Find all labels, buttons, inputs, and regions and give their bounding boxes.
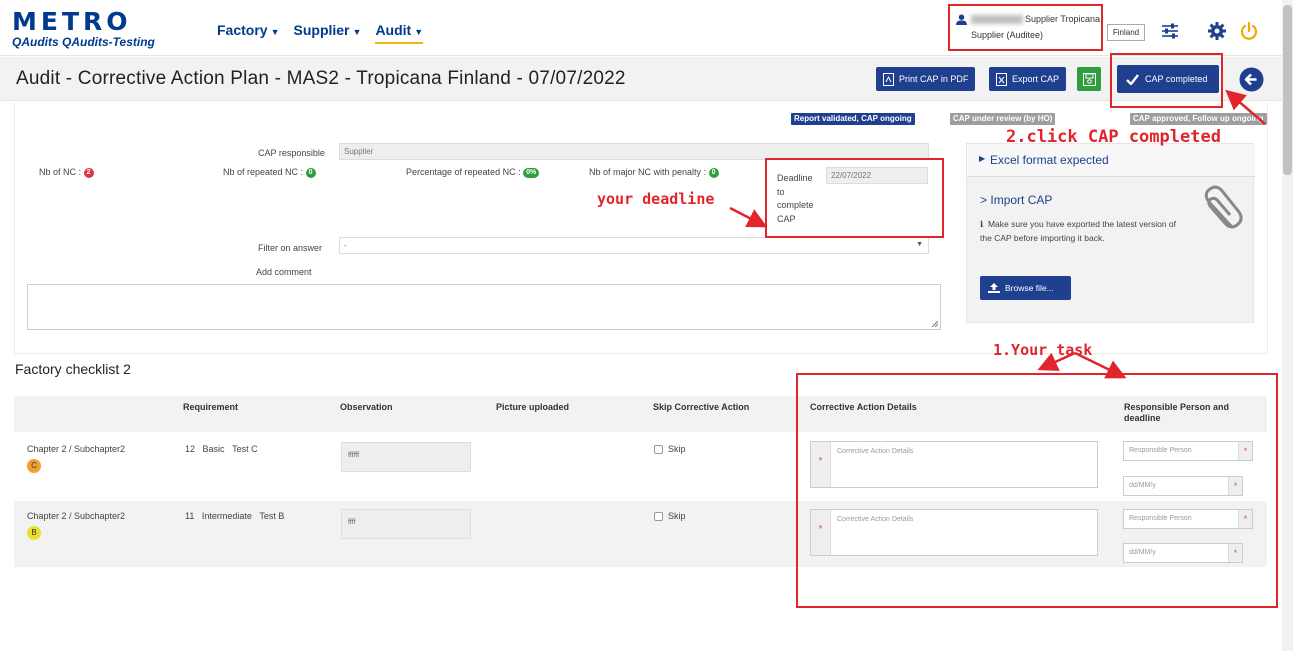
arrow-to-deadline — [729, 206, 768, 228]
app-root: METRO QAudits QAudits-Testing Factory ▼ S… — [0, 0, 1293, 651]
arrow-to-task-right — [1074, 351, 1127, 379]
arrow-to-task-left — [1037, 351, 1076, 371]
annotation-arrows — [729, 89, 1266, 379]
arrow-to-cap-button — [1225, 89, 1266, 125]
scrollbar-thumb[interactable] — [1283, 5, 1292, 175]
